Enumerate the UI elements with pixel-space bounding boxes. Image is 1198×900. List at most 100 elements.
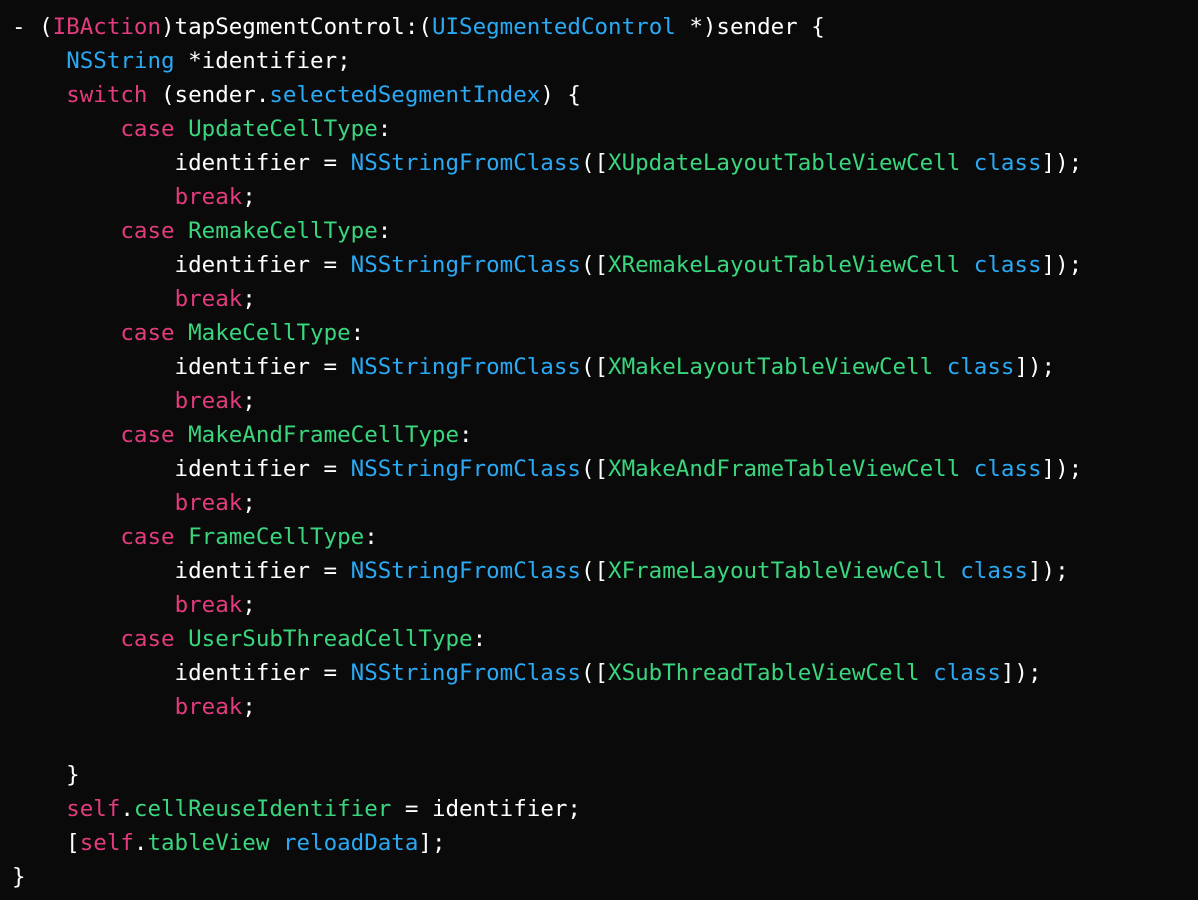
code-token-keyword: case xyxy=(120,626,175,652)
code-line: identifier = NSStringFromClass([XUpdateL… xyxy=(0,146,1198,180)
code-token-plain: ([ xyxy=(580,252,609,278)
code-token-plain: ]); xyxy=(1041,456,1083,482)
code-token-type: class xyxy=(960,558,1028,584)
code-token-function: reloadData xyxy=(282,830,419,856)
code-token-class-name: UpdateCellType xyxy=(188,116,378,142)
code-token-plain: ([ xyxy=(580,354,609,380)
code-line: break; xyxy=(0,384,1198,418)
code-token-plain: ]); xyxy=(1000,660,1042,686)
code-token-class-name: MakeCellType xyxy=(188,320,351,346)
code-token-function: NSStringFromClass xyxy=(350,558,581,584)
code-token-plain: ) { xyxy=(540,82,581,108)
code-line: case FrameCellType: xyxy=(0,520,1198,554)
code-token-keyword: break xyxy=(174,388,243,414)
code-token-property: tableView xyxy=(147,830,270,856)
code-token-plain: ([ xyxy=(580,456,609,482)
code-token-class-name: XMakeLayoutTableViewCell xyxy=(608,354,934,380)
code-token-plain: )tapSegmentControl:( xyxy=(161,14,432,40)
code-viewer[interactable]: - (IBAction)tapSegmentControl:(UISegment… xyxy=(0,0,1198,900)
code-token-plain: identifier = xyxy=(12,252,351,278)
code-token-plain: = identifier; xyxy=(391,796,581,822)
code-token-plain: ; xyxy=(242,592,256,618)
code-token-function: NSStringFromClass xyxy=(350,252,581,278)
code-line: switch (sender.selectedSegmentIndex) { xyxy=(0,78,1198,112)
code-token-plain: identifier = xyxy=(12,150,351,176)
code-token-plain: : xyxy=(459,422,473,448)
code-token-function: NSStringFromClass xyxy=(350,660,581,686)
code-token-plain: ; xyxy=(242,286,256,312)
code-token-plain: *identifier; xyxy=(174,48,351,74)
code-token-type: NSString xyxy=(66,48,175,74)
code-token-plain: ; xyxy=(242,184,256,210)
code-line: case MakeAndFrameCellType: xyxy=(0,418,1198,452)
code-token-plain: : xyxy=(377,116,392,142)
code-token-class-name: RemakeCellType xyxy=(188,218,378,244)
code-token-plain: : xyxy=(364,524,378,550)
code-token-plain: ]); xyxy=(1027,558,1069,584)
code-token-class-name: XUpdateLayoutTableViewCell xyxy=(608,150,961,176)
code-token-class-name: MakeAndFrameCellType xyxy=(188,422,460,448)
code-line: identifier = NSStringFromClass([XMakeLay… xyxy=(0,350,1198,384)
code-token-plain: identifier = xyxy=(12,660,351,686)
code-line: identifier = NSStringFromClass([XMakeAnd… xyxy=(0,452,1198,486)
code-token-class-name: XFrameLayoutTableViewCell xyxy=(608,558,947,584)
code-token-keyword: break xyxy=(174,184,243,210)
code-token-plain: identifier = xyxy=(12,456,351,482)
code-token-plain: identifier = xyxy=(12,558,351,584)
code-token-keyword: break xyxy=(174,490,243,516)
code-token-plain: ([ xyxy=(580,660,609,686)
code-token-plain: : xyxy=(350,320,365,346)
code-token-plain: ; xyxy=(242,388,256,414)
code-line: self.cellReuseIdentifier = identifier; xyxy=(0,792,1198,826)
code-token-keyword: case xyxy=(120,422,175,448)
code-line: break; xyxy=(0,180,1198,214)
code-line: case UserSubThreadCellType: xyxy=(0,622,1198,656)
code-token-keyword: self xyxy=(79,830,134,856)
code-token-plain: *)sender { xyxy=(675,14,825,40)
code-token-plain: ]); xyxy=(1014,354,1056,380)
code-token-plain: ; xyxy=(242,490,256,516)
code-token-type: class xyxy=(933,660,1001,686)
code-token-plain: } xyxy=(12,762,80,788)
code-token-property: cellReuseIdentifier xyxy=(133,796,392,822)
code-token-keyword: self xyxy=(66,796,121,822)
code-token-plain: - ( xyxy=(12,14,53,40)
code-token-type: class xyxy=(973,150,1042,176)
code-line: identifier = NSStringFromClass([XSubThre… xyxy=(0,656,1198,690)
code-token-plain: } xyxy=(12,864,26,890)
code-line: break; xyxy=(0,282,1198,316)
code-token-keyword: case xyxy=(120,116,175,142)
code-token-keyword: IBAction xyxy=(52,14,162,40)
code-line: } xyxy=(0,860,1198,894)
code-token-type: class xyxy=(946,354,1015,380)
code-token-plain: [ xyxy=(12,830,80,856)
code-token-keyword: break xyxy=(174,286,243,312)
code-line: - (IBAction)tapSegmentControl:(UISegment… xyxy=(0,10,1198,44)
code-token-function: NSStringFromClass xyxy=(350,456,581,482)
code-line: break; xyxy=(0,588,1198,622)
code-token-plain: : xyxy=(472,626,487,652)
code-token-keyword: case xyxy=(120,320,175,346)
